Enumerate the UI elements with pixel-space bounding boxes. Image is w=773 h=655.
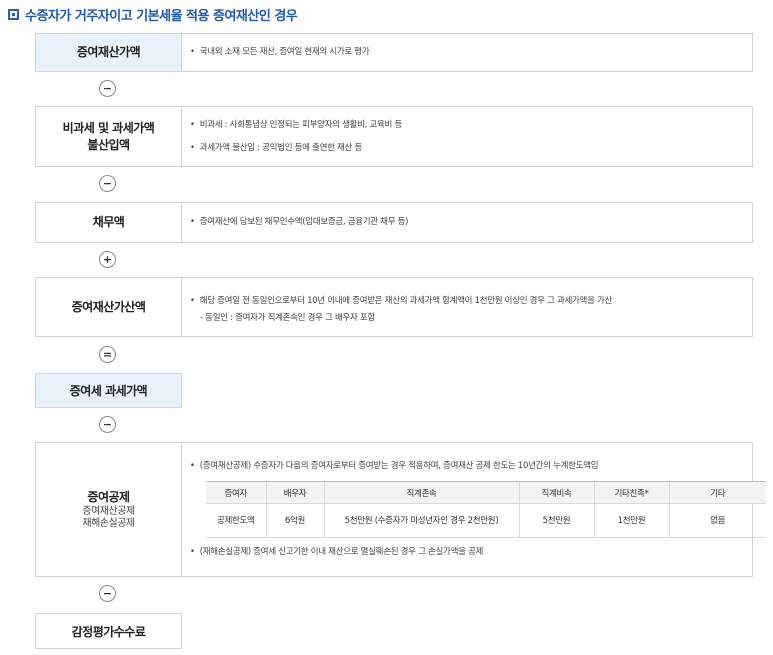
minus-operator-icon: − [99,585,116,602]
row-label: 비과세 및 과세가액 불산입액 [36,107,182,166]
square-bullet-icon [8,8,19,20]
row-label: 증여재산가산액 [36,278,182,336]
table-header: 기타친족* [593,481,669,504]
table-header: 증여자 [206,481,266,504]
table-cell: 1천만원 [593,503,669,538]
equals-operator-icon: = [99,346,116,363]
row-label-line1: 비과세 및 과세가액 [62,120,155,135]
row-debt: 채무액 증여재산에 담보된 채무인수액(임대보증금, 금융기관 채무 등) [35,202,753,243]
appraisal-fee: 감정평가수수료 [35,613,182,649]
row-content: 증여재산에 담보된 채무인수액(임대보증금, 금융기관 채무 등) [182,203,752,242]
bullet-text: 비과세 : 사회통념상 인정되는 피부양자의 생활비, 교육비 등 [190,119,752,132]
row-label: 채무액 [36,203,182,242]
dash-note: - 동일인 : 증여자가 직계존속인 경우 그 배우자 포함 [200,312,375,323]
table-cell: 6억원 [265,503,324,538]
deduction-table: 증여자 배우자 직계존속 직계비속 기타친족* 기타 공제한도액 6억원 5천만… [206,481,766,538]
row-content: 해당 증여일 전 동일인으로부터 10년 이내에 증여받은 재산의 과세가액 합… [182,278,752,336]
table-header: 직계비속 [518,481,594,504]
minus-operator-icon: − [99,416,116,433]
row-label-sub: 증여재산공제 [82,506,135,517]
table-cell: 공제한도액 [206,503,266,538]
table-header-row: 증여자 배우자 직계존속 직계비속 기타친족* 기타 [206,481,766,504]
row-content: 국내외 소재 모든 재산, 증여일 현재의 시가로 평가 [182,34,752,71]
row-label-line2: 불산입액 [87,137,130,152]
row-content: 비과세 : 사회통념상 인정되는 피부양자의 생활비, 교육비 등 과세가액 불… [182,107,752,166]
bullet-text: (증여재산공제) 수증자가 다음의 증여자로부터 증여받는 경우 적용하며, 증… [190,460,766,473]
row-gift-property-value: 증여재산가액 국내외 소재 모든 재산, 증여일 현재의 시가로 평가 [35,33,753,72]
row-gift-deduction: 증여공제 증여재산공제 재해손실공제 (증여재산공제) 수증자가 다음의 증여자… [35,442,766,577]
minus-operator-icon: − [99,175,116,192]
bullet-text: 국내외 소재 모든 재산, 증여일 현재의 시가로 평가 [190,46,752,59]
row-label: 증여재산가액 [36,34,182,71]
table-cell: 5천만원 (수증자가 미성년자인 경우 2천만원) [323,503,519,538]
minus-operator-icon: − [99,80,116,97]
gift-tax-taxable-value: 증여세 과세가액 [35,373,182,408]
row-additional-gift: 증여재산가산액 해당 증여일 전 동일인으로부터 10년 이내에 증여받은 재산… [35,277,753,337]
plus-operator-icon: + [99,251,116,268]
bullet-text: 해당 증여일 전 동일인으로부터 10년 이내에 증여받은 재산의 과세가액 합… [190,295,752,308]
table-header: 배우자 [265,481,324,504]
row-label-main: 증여공제 [87,490,130,504]
section-title: 수증자가 거주자이고 기본세율 적용 증여재산인 경우 [8,4,298,24]
bullet-text: 과세가액 불산입 : 공익법인 등에 출연한 재산 등 [190,142,752,155]
table-cell: 없음 [668,503,766,538]
table-header: 기타 [668,481,766,504]
row-content: (증여재산공제) 수증자가 다음의 증여자로부터 증여받는 경우 적용하며, 증… [182,443,766,576]
section-title-text: 수증자가 거주자이고 기본세율 적용 증여재산인 경우 [25,8,298,24]
row-nontaxable: 비과세 및 과세가액 불산입액 비과세 : 사회통념상 인정되는 피부양자의 생… [35,106,753,167]
bullet-text: (재해손실공제) 증여세 신고기한 이내 재산으로 멸실훼손된 경우 그 손실가… [190,546,766,559]
table-header: 직계존속 [323,481,519,504]
row-label-sub: 재해손실공제 [82,518,135,529]
row-label: 증여공제 증여재산공제 재해손실공제 [36,443,182,576]
table-cell: 5천만원 [518,503,594,538]
table-row: 공제한도액 6억원 5천만원 (수증자가 미성년자인 경우 2천만원) 5천만원… [206,503,766,538]
bullet-text: 증여재산에 담보된 채무인수액(임대보증금, 금융기관 채무 등) [190,216,752,229]
